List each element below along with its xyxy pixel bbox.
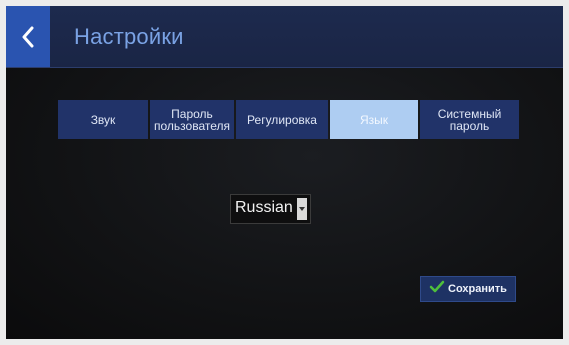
language-select[interactable]: Russian [230,194,311,224]
language-select-value: Russian [235,199,293,216]
back-button[interactable] [6,6,50,67]
tab-user-password[interactable]: Пароль пользователя [150,100,234,139]
chevron-left-icon [21,26,35,48]
header-bar: Настройки [6,6,563,68]
settings-tabs: Звук Пароль пользователя Регулировка Язы… [58,100,519,139]
save-button[interactable]: Сохранить [420,276,516,302]
settings-screen: Настройки Звук Пароль пользователя Регул… [6,6,563,339]
tab-system-password[interactable]: Системный пароль [420,100,519,139]
save-button-label: Сохранить [448,283,507,295]
page-title: Настройки [74,24,184,49]
tab-language[interactable]: Язык [330,100,418,139]
caret-down-icon[interactable] [296,198,307,220]
tab-adjustment[interactable]: Регулировка [236,100,328,139]
tab-sound[interactable]: Звук [58,100,148,139]
checkmark-icon [429,280,445,299]
